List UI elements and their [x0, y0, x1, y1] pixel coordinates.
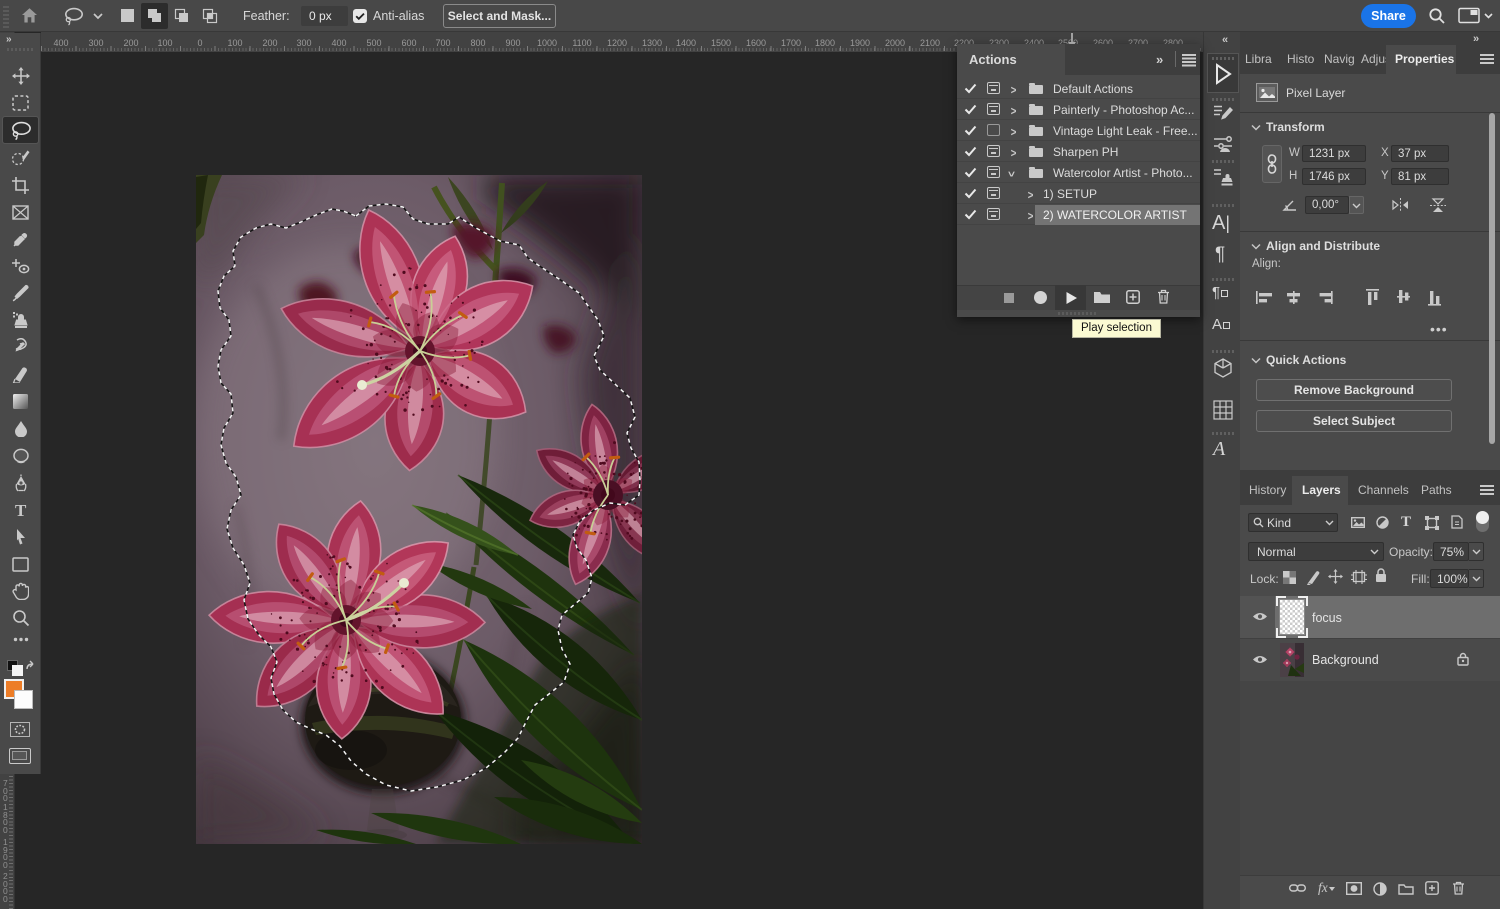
svg-text:T: T [15, 501, 27, 519]
